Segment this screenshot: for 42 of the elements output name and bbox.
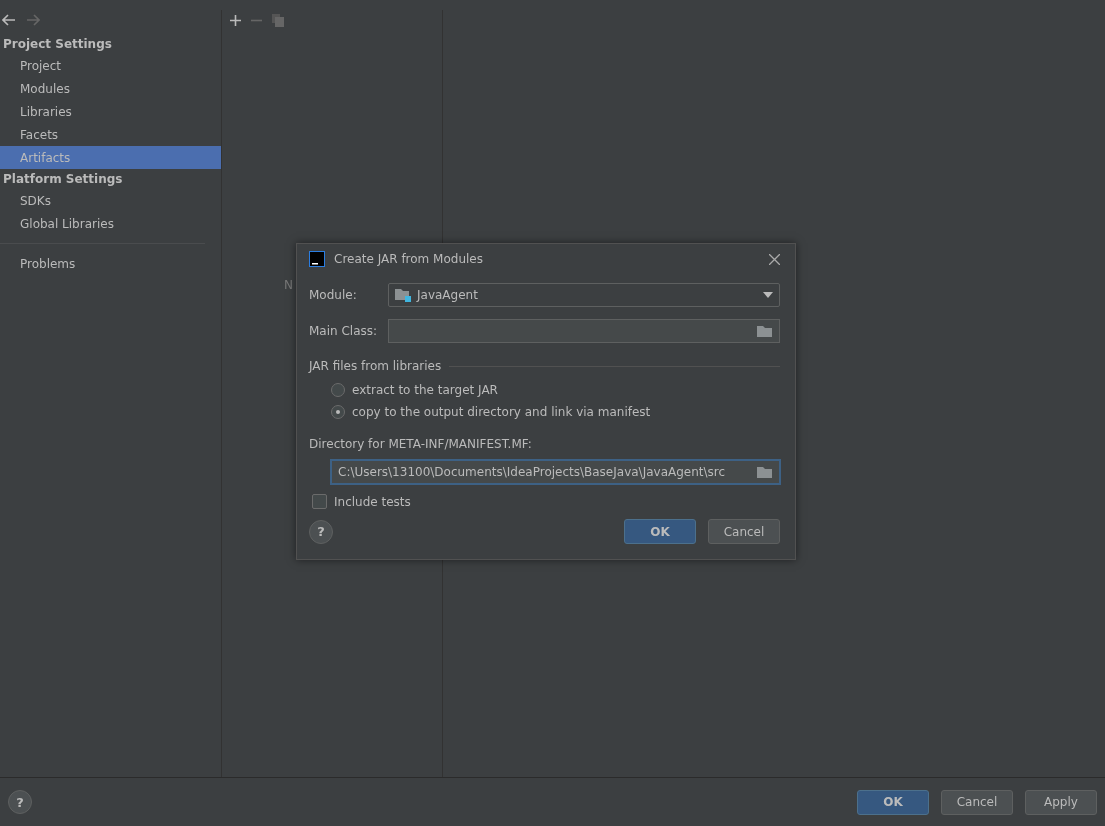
sidebar-item[interactable]: Modules bbox=[0, 77, 221, 100]
radio-button[interactable] bbox=[331, 383, 345, 397]
section-title: JAR files from libraries bbox=[309, 359, 442, 373]
option-label: copy to the output directory and link via manifest bbox=[352, 405, 651, 419]
ok-button[interactable]: OK bbox=[857, 789, 929, 815]
module-dropdown[interactable]: JavaAgent bbox=[388, 283, 780, 307]
manifest-label: Directory for META-INF/MANIFEST.MF: bbox=[309, 437, 532, 451]
sidebar-item[interactable]: SDKs bbox=[0, 189, 221, 212]
cancel-button[interactable]: Cancel bbox=[941, 789, 1013, 815]
sidebar-item[interactable]: Artifacts bbox=[0, 146, 221, 169]
add-icon[interactable] bbox=[230, 15, 241, 26]
main-class-label: Main Class: bbox=[309, 324, 379, 338]
ok-button[interactable]: OK bbox=[624, 519, 696, 544]
sidebar-item[interactable]: Libraries bbox=[0, 100, 221, 123]
radio-button[interactable] bbox=[331, 405, 345, 419]
help-button[interactable]: ? bbox=[8, 790, 32, 814]
sidebar-item[interactable]: Project bbox=[0, 54, 221, 77]
group-title: Platform Settings bbox=[2, 171, 124, 188]
checkbox[interactable] bbox=[312, 494, 327, 509]
cancel-button[interactable]: Cancel bbox=[708, 519, 780, 544]
empty-text: N bbox=[284, 278, 293, 292]
dialog-title: Create JAR from Modules bbox=[334, 252, 483, 266]
option-label: extract to the target JAR bbox=[352, 383, 498, 397]
module-label: Module: bbox=[309, 288, 358, 302]
group-title: Project Settings bbox=[2, 36, 113, 53]
back-arrow-icon[interactable] bbox=[2, 14, 16, 26]
sidebar-item[interactable]: Facets bbox=[0, 123, 221, 146]
folder-icon[interactable] bbox=[757, 466, 773, 478]
close-icon[interactable] bbox=[769, 253, 780, 265]
sidebar-item[interactable]: Global Libraries bbox=[0, 212, 221, 235]
folder-icon[interactable] bbox=[757, 325, 773, 337]
forward-arrow-icon[interactable] bbox=[26, 14, 40, 26]
apply-button[interactable]: Apply bbox=[1025, 789, 1097, 815]
module-folder-icon bbox=[395, 288, 411, 302]
caret-icon bbox=[763, 292, 773, 298]
help-button[interactable]: ? bbox=[309, 519, 333, 544]
main-class-field[interactable] bbox=[388, 319, 780, 343]
checkbox-label: Include tests bbox=[334, 494, 411, 509]
sidebar-item[interactable]: Problems bbox=[0, 252, 221, 275]
manifest-field[interactable]: C:\Users\13100\Documents\IdeaProjects\BaseJava\JavaAgent\src bbox=[331, 460, 780, 484]
copy-icon[interactable] bbox=[272, 14, 284, 27]
app-logo-icon bbox=[309, 251, 325, 267]
